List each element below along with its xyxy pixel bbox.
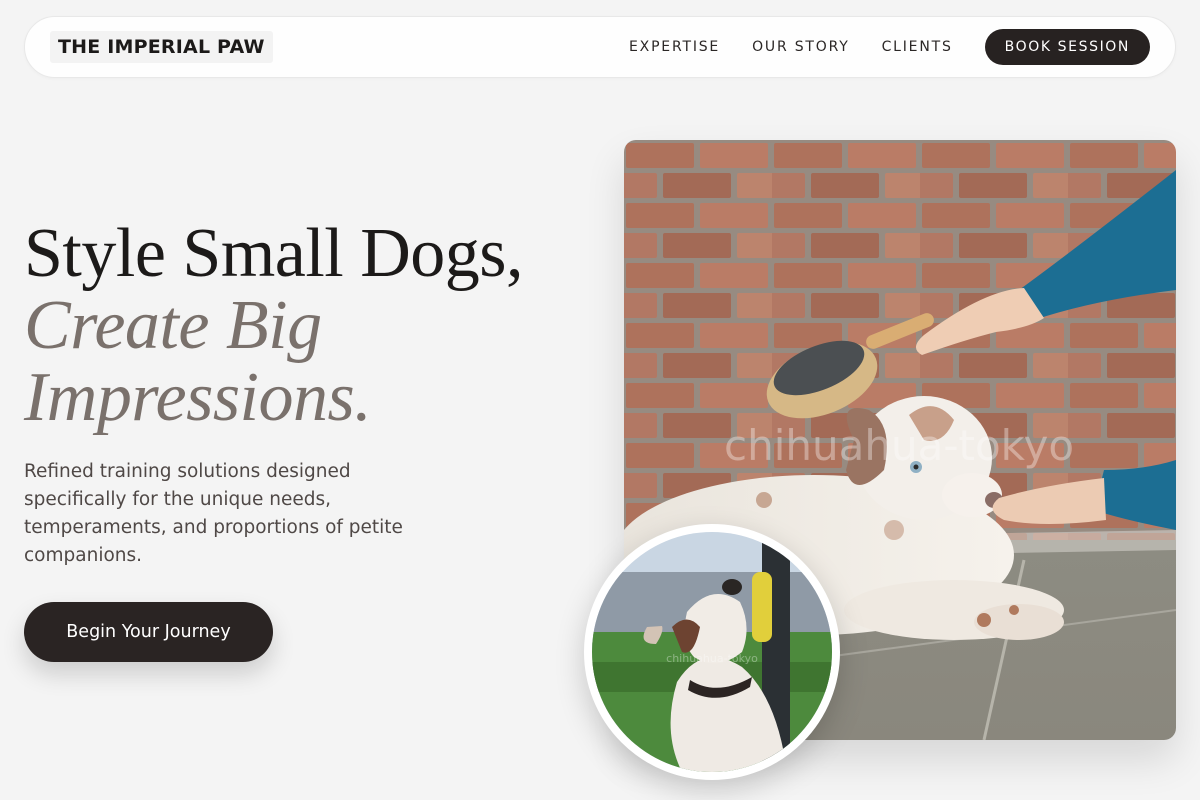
headline-line-2: Create Big Impressions.: [24, 287, 372, 436]
hero-subtext: Refined training solutions designed spec…: [24, 461, 403, 566]
hero-headline: Style Small Dogs, Create Big Impressions…: [24, 218, 604, 434]
headline-line-1: Style Small Dogs,: [24, 215, 524, 292]
nav-link-clients[interactable]: CLIENTS: [882, 39, 953, 55]
watermark-main: chihuahua-tokyo: [724, 421, 1074, 470]
book-session-button[interactable]: BOOK SESSION: [984, 29, 1150, 65]
brand-logo[interactable]: THE IMPERIAL PAW: [50, 31, 273, 63]
begin-journey-button[interactable]: Begin Your Journey: [24, 602, 273, 662]
inset-photo-terrier: chihuahua-tokyo: [584, 524, 840, 780]
top-navigation: THE IMPERIAL PAW EXPERTISE OUR STORY CLI…: [24, 16, 1176, 78]
nav-link-our-story[interactable]: OUR STORY: [752, 39, 850, 55]
watermark-inset: chihuahua-tokyo: [666, 652, 758, 665]
nav-links: EXPERTISE OUR STORY CLIENTS BOOK SESSION: [629, 29, 1150, 65]
nav-link-expertise[interactable]: EXPERTISE: [629, 39, 720, 55]
